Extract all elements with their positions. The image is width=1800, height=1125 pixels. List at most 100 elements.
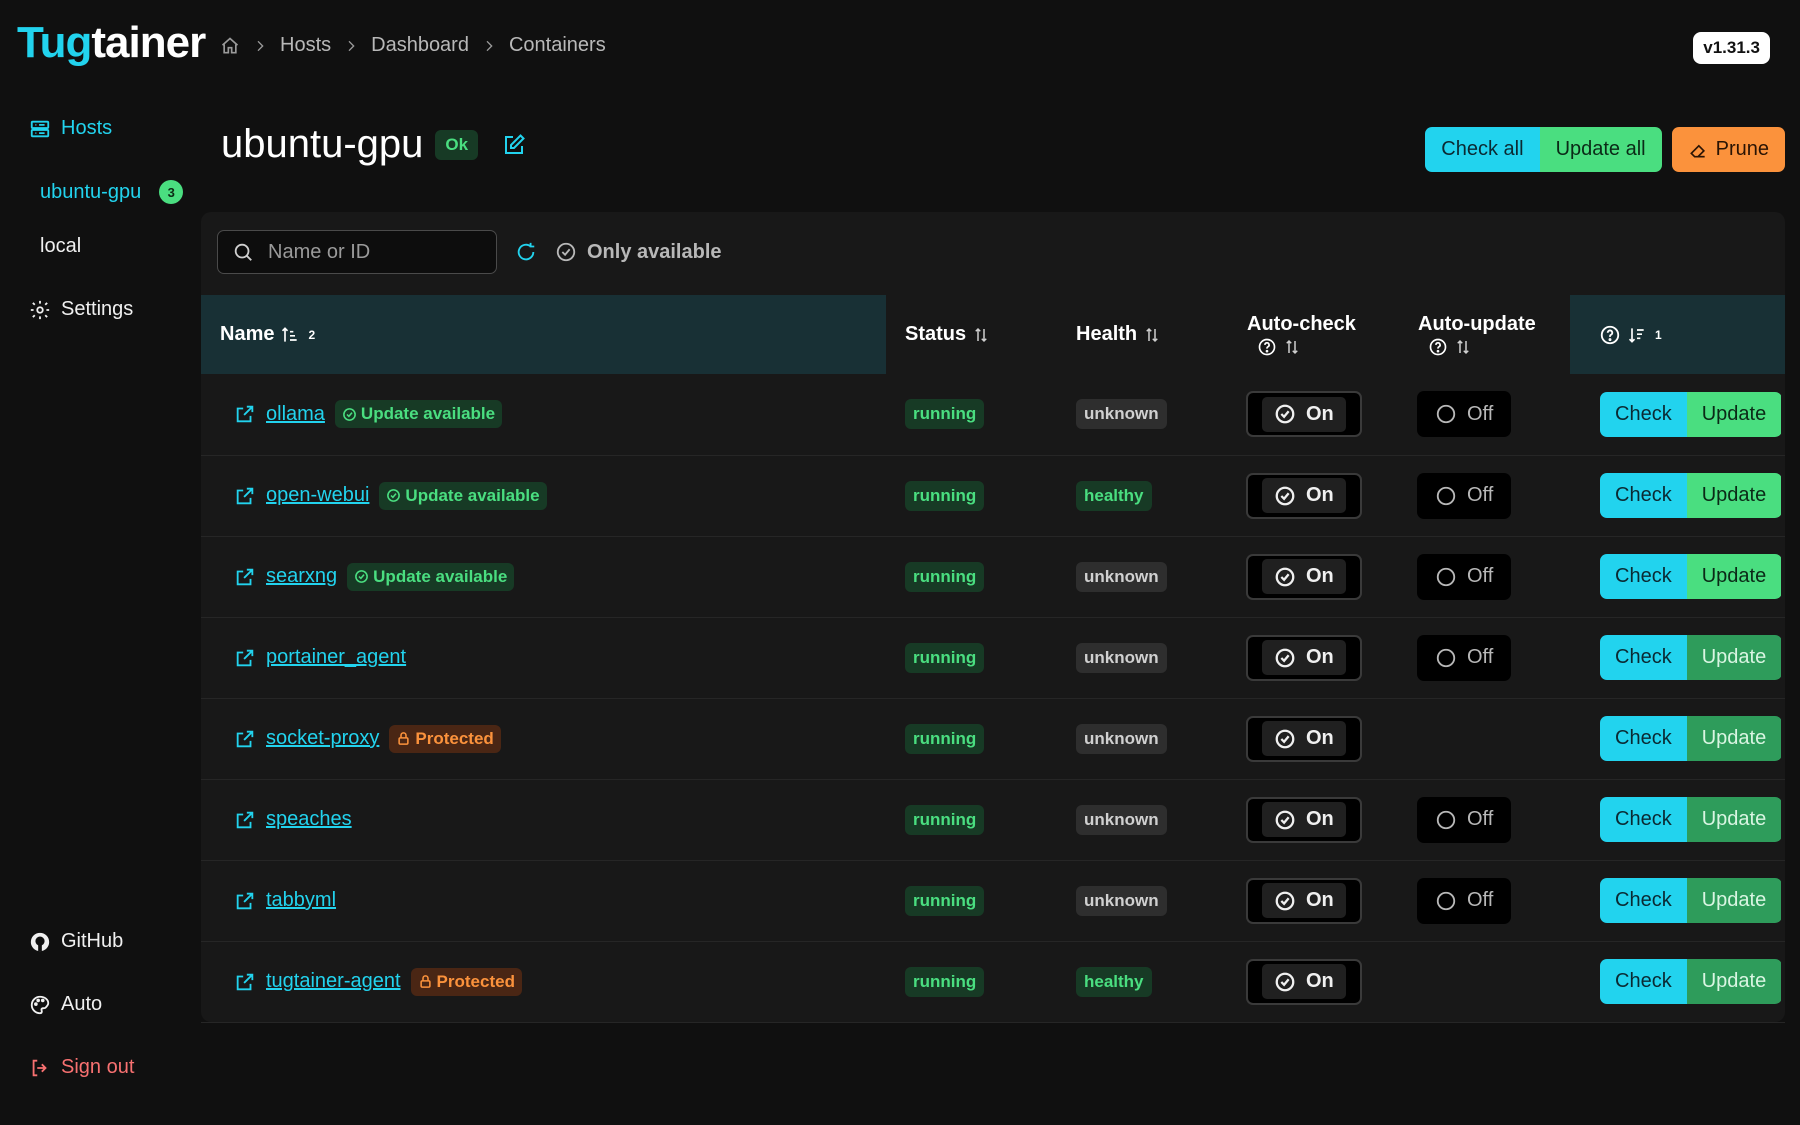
check-circle-icon (1274, 971, 1296, 993)
sidebar-host-ubuntu-gpu[interactable]: ubuntu-gpu 3 (40, 180, 184, 204)
container-name-link[interactable]: ollama (266, 403, 325, 426)
toggle-label: On (1306, 970, 1334, 992)
check-button[interactable]: Check (1600, 473, 1687, 518)
auto-update-cell: Off (1399, 779, 1570, 860)
sidebar-item-signout[interactable]: Sign out (29, 1056, 134, 1079)
toggle-label: Off (1467, 565, 1494, 587)
edit-icon[interactable] (502, 133, 526, 157)
help-icon[interactable] (1599, 324, 1621, 346)
home-icon[interactable] (220, 36, 240, 56)
update-button[interactable]: Update (1686, 797, 1782, 842)
toggle-label: On (1306, 808, 1334, 830)
external-link-icon[interactable] (234, 890, 256, 912)
prune-button[interactable]: Prune (1671, 127, 1785, 172)
column-header-status[interactable]: Status (886, 295, 1057, 374)
auto-update-toggle[interactable]: Off (1417, 472, 1512, 519)
auto-check-toggle[interactable]: On (1246, 958, 1362, 1005)
help-icon[interactable] (1428, 337, 1448, 357)
update-button[interactable]: Update (1686, 635, 1782, 680)
actions-cell: Check Update (1570, 617, 1785, 698)
sidebar-item-hosts[interactable]: Hosts (29, 117, 112, 140)
column-label: Status (905, 323, 967, 345)
auto-check-toggle[interactable]: On (1246, 391, 1362, 438)
toggle-label: On (1306, 646, 1334, 668)
check-button[interactable]: Check (1600, 797, 1687, 842)
check-button[interactable]: Check (1600, 878, 1687, 923)
container-name-link[interactable]: speaches (266, 808, 352, 831)
update-all-button[interactable]: Update all (1539, 127, 1662, 172)
external-link-icon[interactable] (234, 485, 256, 507)
breadcrumb-dashboard[interactable]: Dashboard (371, 34, 469, 57)
name-cell: open-webui Update available (201, 455, 886, 536)
auto-check-cell: On (1228, 536, 1399, 617)
update-button[interactable]: Update (1686, 878, 1782, 923)
external-link-icon[interactable] (234, 647, 256, 669)
sidebar-item-github[interactable]: GitHub (29, 930, 123, 953)
server-icon (29, 118, 51, 140)
column-header-auto-check[interactable]: Auto-check (1228, 295, 1399, 374)
sidebar-item-settings[interactable]: Settings (29, 298, 133, 321)
sort-icon (1454, 337, 1472, 357)
sidebar-item-label: Sign out (61, 1056, 135, 1078)
auto-check-toggle[interactable]: On (1246, 553, 1362, 600)
auto-update-cell: Off (1399, 860, 1570, 941)
help-icon[interactable] (1257, 337, 1277, 357)
search-input[interactable] (266, 239, 470, 265)
actions-cell: Check Update (1570, 455, 1785, 536)
column-header-health[interactable]: Health (1057, 295, 1228, 374)
update-button[interactable]: Update (1686, 716, 1782, 761)
breadcrumb-hosts[interactable]: Hosts (280, 34, 331, 57)
auto-update-toggle[interactable]: Off (1417, 634, 1512, 681)
name-cell: tugtainer-agent Protected (201, 941, 886, 1022)
status-badge: running (905, 966, 985, 997)
refresh-icon[interactable] (515, 241, 537, 263)
container-name-link[interactable]: tabbyml (266, 889, 336, 912)
column-header-name[interactable]: Name 2 (201, 295, 886, 374)
container-name-link[interactable]: portainer_agent (266, 646, 406, 669)
auto-check-toggle[interactable]: On (1246, 796, 1362, 843)
badge-label: Protected (436, 971, 515, 991)
check-button[interactable]: Check (1600, 959, 1687, 1004)
auto-update-toggle[interactable]: Off (1417, 391, 1512, 438)
update-button[interactable]: Update (1686, 959, 1782, 1004)
external-link-icon[interactable] (234, 566, 256, 588)
column-label: Health (1076, 323, 1138, 345)
chevron-right-icon (481, 38, 497, 54)
auto-check-toggle[interactable]: On (1246, 634, 1362, 681)
container-name-link[interactable]: socket-proxy (266, 727, 379, 750)
sidebar-item-label: GitHub (61, 930, 124, 952)
sidebar-host-local[interactable]: local (40, 235, 81, 258)
update-button[interactable]: Update (1686, 554, 1782, 599)
container-name-link[interactable]: open-webui (266, 484, 369, 507)
auto-check-toggle[interactable]: On (1246, 715, 1362, 762)
health-badge: healthy (1076, 966, 1152, 997)
update-button[interactable]: Update (1686, 391, 1782, 437)
update-button[interactable]: Update (1686, 473, 1782, 518)
check-all-button[interactable]: Check all (1425, 127, 1540, 172)
check-button[interactable]: Check (1600, 716, 1687, 761)
auto-update-toggle[interactable]: Off (1417, 796, 1512, 843)
status-cell: running (886, 860, 1057, 941)
auto-update-toggle[interactable]: Off (1417, 553, 1512, 600)
container-name-link[interactable]: searxng (266, 565, 337, 588)
column-header-auto-update[interactable]: Auto-update (1399, 295, 1570, 374)
check-button[interactable]: Check (1600, 391, 1687, 437)
container-name-link[interactable]: tugtainer-agent (266, 970, 401, 993)
auto-check-toggle[interactable]: On (1246, 877, 1362, 924)
status-badge: running (905, 561, 985, 592)
sidebar-item-label: Hosts (61, 117, 113, 139)
check-button[interactable]: Check (1600, 635, 1687, 680)
only-available-toggle[interactable]: Only available (555, 241, 722, 264)
table-row: ollama Update available running unknown … (201, 374, 1785, 455)
protected-badge: Protected (410, 967, 522, 996)
column-header-actions[interactable]: 1 (1570, 295, 1785, 374)
check-button[interactable]: Check (1600, 554, 1687, 599)
auto-update-toggle[interactable]: Off (1417, 877, 1512, 924)
sidebar: Hosts ubuntu-gpu 3 local Settings GitHub… (0, 0, 200, 1125)
external-link-icon[interactable] (234, 971, 256, 993)
external-link-icon[interactable] (234, 728, 256, 750)
auto-check-toggle[interactable]: On (1246, 472, 1362, 519)
sidebar-item-theme[interactable]: Auto (29, 993, 102, 1016)
external-link-icon[interactable] (234, 809, 256, 831)
external-link-icon[interactable] (234, 403, 256, 425)
